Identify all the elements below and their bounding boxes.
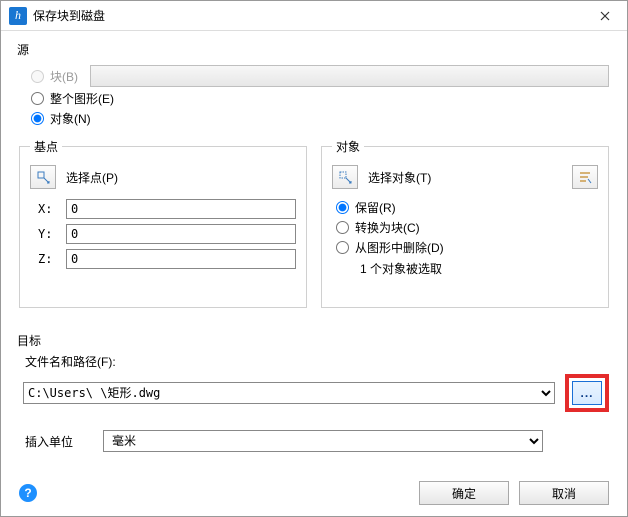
group-target-legend: 目标 [17,332,41,349]
object-options: 保留(R) 转换为块(C) 从图形中删除(D) 1 个对象被选取 [332,199,598,277]
path-select[interactable]: C:\Users\ \矩形.dwg [23,382,555,404]
radio-delete-row[interactable]: 从图形中删除(D) [336,239,598,256]
pick-point-button[interactable] [30,165,56,189]
quick-select-icon [578,170,592,184]
select-objects-label: 选择对象(T) [368,169,431,186]
unit-select[interactable]: 毫米 [103,430,543,452]
group-target: 目标 文件名和路径(F): C:\Users\ \矩形.dwg ... 插入单位… [19,332,609,452]
radio-entire[interactable] [31,92,44,105]
objects-count: 1 个对象被选取 [360,260,598,277]
ok-button[interactable]: 确定 [419,481,509,505]
radio-block-label: 块(B) [50,68,78,85]
cancel-label: 取消 [552,485,576,502]
dialog-content: 源 块(B) 整个图形(E) 对象(N) 基点 [1,31,627,452]
col-objects: 对象 选择对象(T) 保留(R) [321,138,609,318]
group-basepoint: 基点 选择点(P) X: Y: [19,138,307,308]
label-x: X: [38,202,58,216]
radio-entire-label: 整个图形(E) [50,90,114,107]
radio-convert[interactable] [336,221,349,234]
group-source-legend: 源 [17,41,29,58]
browse-highlight: ... [565,374,609,412]
radio-retain-label: 保留(R) [355,199,396,216]
ok-label: 确定 [452,485,476,502]
row-x: X: [38,199,296,219]
cancel-button[interactable]: 取消 [519,481,609,505]
radio-retain-row[interactable]: 保留(R) [336,199,598,216]
row-z: Z: [38,249,296,269]
select-objects-icon [338,170,352,184]
col-basepoint: 基点 选择点(P) X: Y: [19,138,307,318]
block-dropdown [90,65,609,87]
select-objects-button[interactable] [332,165,358,189]
input-x[interactable] [66,199,296,219]
radio-block [31,70,44,83]
row-y: Y: [38,224,296,244]
radio-block-row: 块(B) [31,65,609,87]
unit-row: 插入单位 毫米 [25,430,609,452]
group-objects-legend: 对象 [332,138,364,155]
radio-convert-label: 转换为块(C) [355,219,420,236]
help-button[interactable]: ? [19,484,37,502]
input-z[interactable] [66,249,296,269]
radio-retain[interactable] [336,201,349,214]
radio-objects-row[interactable]: 对象(N) [31,110,609,127]
pick-point-icon [36,170,50,184]
radio-delete[interactable] [336,241,349,254]
select-objects-row: 选择对象(T) [332,165,598,189]
radio-convert-row[interactable]: 转换为块(C) [336,219,598,236]
path-label: 文件名和路径(F): [25,353,609,370]
radio-objects[interactable] [31,112,44,125]
label-z: Z: [38,252,58,266]
pick-point-row: 选择点(P) [30,165,296,189]
group-objects: 对象 选择对象(T) 保留(R) [321,138,609,308]
group-basepoint-legend: 基点 [30,138,62,155]
app-icon: h [9,7,27,25]
browse-button[interactable]: ... [572,381,602,405]
input-y[interactable] [66,224,296,244]
label-y: Y: [38,227,58,241]
radio-objects-label: 对象(N) [50,110,91,127]
footer: ? 确定 取消 [1,470,627,516]
radio-delete-label: 从图形中删除(D) [355,239,444,256]
window-title: 保存块到磁盘 [33,7,583,24]
close-button[interactable] [583,1,627,31]
radio-entire-row[interactable]: 整个图形(E) [31,90,609,107]
close-icon [600,11,610,21]
two-column-area: 基点 选择点(P) X: Y: [19,138,609,318]
path-row: C:\Users\ \矩形.dwg ... [23,374,609,412]
dialog-window: h 保存块到磁盘 源 块(B) 整个图形(E) 对象(N) [0,0,628,517]
titlebar: h 保存块到磁盘 [1,1,627,31]
group-source: 源 块(B) 整个图形(E) 对象(N) [19,41,609,136]
quick-select-button[interactable] [572,165,598,189]
pick-point-label: 选择点(P) [66,169,118,186]
unit-label: 插入单位 [25,433,73,450]
